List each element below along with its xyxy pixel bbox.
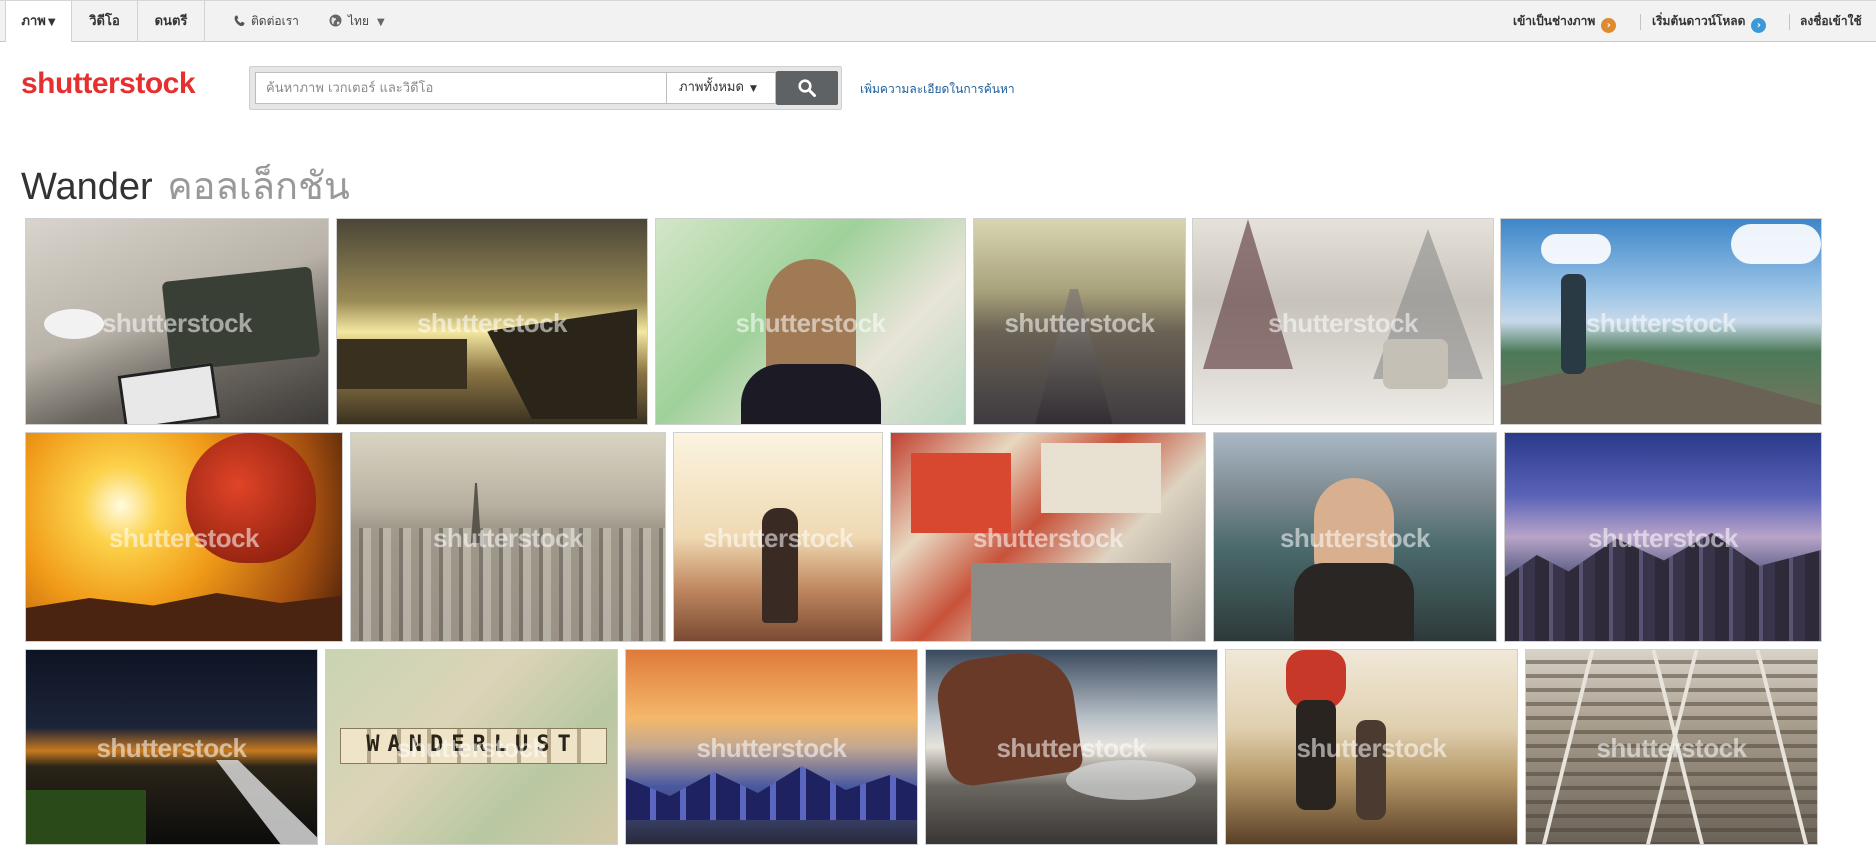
start-download-label: เริ่มต้นดาวน์โหลด xyxy=(1652,14,1746,28)
gallery-image[interactable]: shutterstock xyxy=(673,432,883,642)
tab-video-label: วิดีโอ xyxy=(89,14,120,29)
become-contributor-link[interactable]: เข้าเป็นช่างภาพ › xyxy=(1513,1,1617,42)
tab-video[interactable]: วิดีโอ xyxy=(72,1,138,42)
tab-images[interactable]: ภาพ ▼ xyxy=(5,1,72,42)
divider xyxy=(1640,14,1641,30)
gallery-image[interactable]: shutterstock xyxy=(890,432,1206,642)
gallery-image[interactable]: shutterstock xyxy=(25,218,329,425)
gallery-image[interactable]: shutterstock xyxy=(25,649,318,845)
gallery-image[interactable]: shutterstock xyxy=(925,649,1218,845)
chevron-down-icon: ▼ xyxy=(376,17,385,28)
gallery-image[interactable]: shutterstock xyxy=(1504,432,1822,642)
gallery-image[interactable]: shutterstock xyxy=(336,218,648,425)
gallery-image[interactable]: shutterstock xyxy=(350,432,666,642)
gallery-image[interactable]: shutterstock xyxy=(1192,218,1494,425)
gallery-image[interactable]: shutterstock xyxy=(1500,218,1822,425)
search-bar: ภาพทั้งหมด ▼ xyxy=(249,66,842,110)
gallery-image[interactable]: shutterstock xyxy=(1225,649,1518,845)
page-title-main: Wander xyxy=(21,166,153,208)
contact-link[interactable]: ติดต่อเรา xyxy=(233,1,299,42)
gallery-image[interactable]: shutterstock xyxy=(1525,649,1818,845)
chevron-right-circle-icon: › xyxy=(1601,18,1617,33)
refine-search-link[interactable]: เพิ่มความละเอียดในการค้นหา xyxy=(860,80,1015,99)
phone-icon xyxy=(234,15,245,27)
tab-music-label: ดนตรี xyxy=(154,14,188,29)
top-nav-bar: ภาพ ▼ วิดีโอ ดนตรี ติดต่อเรา ไทย ▼ เข้าเป็… xyxy=(0,0,1876,42)
gallery-image[interactable]: shutterstock xyxy=(625,649,918,845)
chevron-right-circle-icon: › xyxy=(1751,18,1767,33)
sign-in-label: ลงชื่อเข้าใช้ xyxy=(1800,14,1862,28)
tab-music[interactable]: ดนตรี xyxy=(138,1,205,42)
watermark: shutterstock xyxy=(696,733,847,763)
page-title-suffix: คอลเล็กชัน xyxy=(167,166,350,208)
language-label: ไทย xyxy=(348,14,369,28)
gallery-image[interactable]: shutterstock xyxy=(973,218,1186,425)
chevron-down-icon: ▼ xyxy=(749,84,757,94)
search-icon xyxy=(798,79,816,97)
watermark: shutterstock xyxy=(1585,307,1737,338)
chevron-down-icon: ▼ xyxy=(47,17,56,28)
gallery-image[interactable]: shutterstock xyxy=(655,218,966,425)
page-title: Wander คอลเล็กชัน xyxy=(21,155,350,216)
logo-text: shutterstock xyxy=(21,67,196,100)
watermark: shutterstock xyxy=(96,733,247,763)
watermark: shutterstock xyxy=(1587,523,1739,553)
divider xyxy=(1789,14,1790,30)
search-input[interactable] xyxy=(255,72,667,104)
become-contributor-label: เข้าเป็นช่างภาพ xyxy=(1513,14,1596,28)
search-button[interactable] xyxy=(776,71,838,105)
gallery-image[interactable]: shutterstock xyxy=(1213,432,1497,642)
search-type-value: ภาพทั้งหมด xyxy=(679,80,744,95)
gallery-image[interactable]: shutterstock xyxy=(25,432,343,642)
language-selector[interactable]: ไทย ▼ xyxy=(329,1,385,42)
sign-in-link[interactable]: ลงชื่อเข้าใช้ xyxy=(1800,1,1862,42)
contact-label: ติดต่อเรา xyxy=(251,14,299,28)
search-type-dropdown[interactable]: ภาพทั้งหมด ▼ xyxy=(666,72,776,104)
globe-icon xyxy=(329,14,342,27)
gallery-image[interactable]: WANDERLUST shutterstock xyxy=(325,649,618,845)
tab-images-label: ภาพ xyxy=(21,14,46,29)
shutterstock-logo[interactable]: shutterstock xyxy=(21,67,196,101)
start-download-link[interactable]: เริ่มต้นดาวน์โหลด › xyxy=(1652,1,1767,42)
